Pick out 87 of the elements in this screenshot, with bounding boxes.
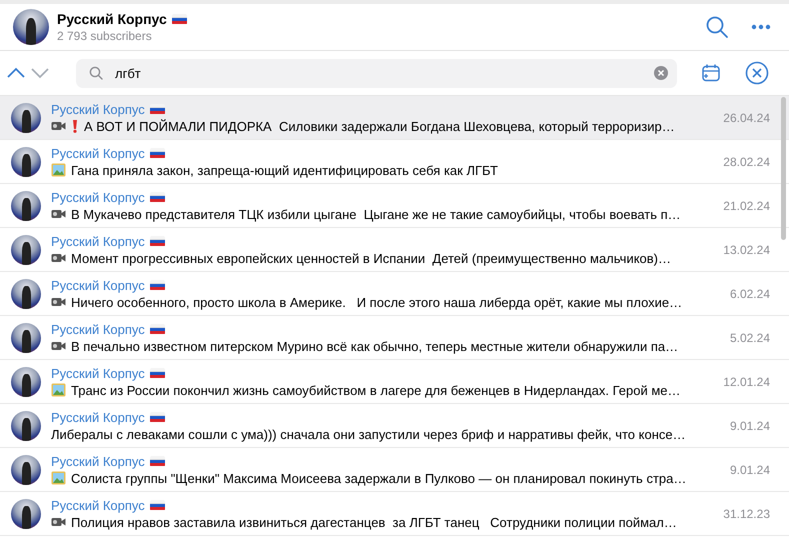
message-date: 5.02.24 (730, 330, 770, 344)
russian-flag-icon (150, 192, 165, 202)
search-icon (89, 66, 103, 80)
search-result-item[interactable]: Русский Корпус А ВОТ И ПОЙМАЛИ ПИДОРКА Силовики задержали Богдана Шеховцева, который терроризир… 26.04.24 (0, 96, 789, 140)
message-date: 26.04.24 (723, 110, 770, 124)
message-preview: Транс из России покончил жизнь самоубийством в лагере для беженцев в Нидерландах. Герой ме… (71, 382, 681, 398)
close-search-button[interactable] (745, 61, 769, 85)
avatar (11, 454, 41, 484)
avatar (11, 366, 41, 396)
avatar (11, 190, 41, 220)
close-icon (745, 61, 769, 85)
russian-flag-icon (150, 104, 165, 114)
subscriber-count: 2 793 subscribers (57, 29, 153, 43)
chevron-up-icon (6, 67, 26, 79)
video-camera-icon (51, 515, 66, 529)
sender-name: Русский Корпус (51, 278, 145, 292)
russian-flag-icon (172, 14, 187, 24)
russian-flag-icon (150, 412, 165, 422)
search-result-item[interactable]: Русский Корпус Транс из России покончил жизнь самоубийством в лагере для беженцев в Нидерландах. Герой ме… 12.01.24 (0, 360, 789, 404)
search-result-item[interactable]: Русский Корпус Полиция нравов заставила извиниться дагестанцев за ЛГБТ танец Сотрудники полиции поймал… 31.12.23 (0, 492, 789, 536)
video-camera-icon (51, 207, 66, 221)
russian-flag-icon (150, 280, 165, 290)
video-camera-icon (51, 251, 66, 265)
message-preview: Полиция нравов заставила извиниться дагестанцев за ЛГБТ танец Сотрудники полиции поймал… (71, 514, 677, 530)
clear-icon (654, 66, 668, 80)
message-preview: Момент прогрессивных европейских ценностей в Испании Детей (преимущественно мальчиков)… (71, 250, 671, 266)
avatar (11, 278, 41, 308)
calendar-button[interactable] (701, 63, 721, 83)
calendar-icon (701, 63, 721, 83)
russian-flag-icon (150, 324, 165, 334)
avatar (11, 234, 41, 264)
message-preview: Солиста группы "Щенки" Максима Моисеева задержали в Пулково — он планировал покинуть стра… (71, 470, 686, 486)
russian-flag-icon (150, 500, 165, 510)
russian-flag-icon (150, 236, 165, 246)
message-date: 21.02.24 (723, 198, 770, 212)
avatar (11, 322, 41, 352)
more-button[interactable] (751, 24, 771, 30)
video-camera-icon (51, 295, 66, 309)
picture-icon (51, 471, 66, 485)
avatar (11, 102, 41, 132)
sender-name: Русский Корпус (51, 498, 145, 512)
sender-name: Русский Корпус (51, 366, 145, 380)
search-button[interactable] (705, 15, 729, 39)
scrollbar[interactable] (781, 97, 786, 240)
russian-flag-icon (150, 456, 165, 466)
sender-name: Русский Корпус (51, 146, 145, 160)
sender-name: Русский Корпус (51, 410, 145, 424)
russian-flag-icon (150, 368, 165, 378)
message-date: 31.12.23 (723, 506, 770, 520)
message-date: 9.01.24 (730, 462, 770, 476)
search-result-item[interactable]: Русский Корпус Солиста группы "Щенки" Максима Моисеева задержали в Пулково — он планировал покинуть стра… 9.01.24 (0, 448, 789, 492)
search-result-item[interactable]: Русский Корпус Либералы с леваками сошли с ума))) сначала они запустили через бриф и нарративы фейк, что консе… 9.01.24 (0, 404, 789, 448)
message-date: 6.02.24 (730, 286, 770, 300)
search-input[interactable]: лгбт (115, 66, 654, 80)
russian-flag-icon (150, 148, 165, 158)
message-preview: В печально известном питерском Мурино всё как обычно, теперь местные жители обнаружили па… (71, 338, 678, 354)
message-date: 9.01.24 (730, 418, 770, 432)
search-icon (705, 15, 729, 39)
avatar (11, 410, 41, 440)
sender-name: Русский Корпус (51, 102, 145, 116)
picture-icon (51, 383, 66, 397)
sender-name: Русский Корпус (51, 454, 145, 468)
message-preview: Либералы с леваками сошли с ума))) сначала они запустили через бриф и нарративы фейк, что консе… (51, 426, 686, 442)
chevron-down-icon (30, 67, 50, 79)
more-icon (751, 24, 771, 30)
search-result-item[interactable]: Русский Корпус Момент прогрессивных европейских ценностей в Испании Детей (преимущественно мальчиков)… 13.02.24 (0, 228, 789, 272)
message-preview: А ВОТ И ПОЙМАЛИ ПИДОРКА Силовики задержали Богдана Шеховцева, который терроризир… (84, 118, 675, 134)
clear-search-button[interactable] (654, 66, 668, 80)
message-preview: В Мукачево представителя ТЦК избили цыгане Цыгане же не такие самоубийцы, чтобы воевать п… (71, 206, 681, 222)
message-date: 13.02.24 (723, 242, 770, 256)
message-preview: Гана приняла закон, запреща-ющий идентифицировать себя как ЛГБТ (71, 162, 498, 178)
message-preview: Ничего особенного, просто школа в Америке. И после этого наша либерда орёт, какие мы плохие… (71, 294, 682, 310)
video-camera-icon (51, 119, 66, 133)
search-field[interactable]: лгбт (76, 58, 677, 88)
message-date: 28.02.24 (723, 154, 770, 168)
picture-icon (51, 163, 66, 177)
avatar (11, 146, 41, 176)
avatar (13, 9, 49, 45)
video-camera-icon (51, 339, 66, 353)
sender-name: Русский Корпус (51, 322, 145, 336)
search-result-item[interactable]: Русский Корпус Ничего особенного, просто школа в Америке. И после этого наша либерда орёт, какие мы плохие… 6.02.24 (0, 272, 789, 316)
search-result-item[interactable]: Русский Корпус В печально известном питерском Мурино всё как обычно, теперь местные жители обнаружили па… 5.02.24 (0, 316, 789, 360)
channel-title: Русский Корпус (57, 11, 167, 27)
avatar (11, 498, 41, 528)
sender-name: Русский Корпус (51, 234, 145, 248)
message-date: 12.01.24 (723, 374, 770, 388)
sender-name: Русский Корпус (51, 190, 145, 204)
